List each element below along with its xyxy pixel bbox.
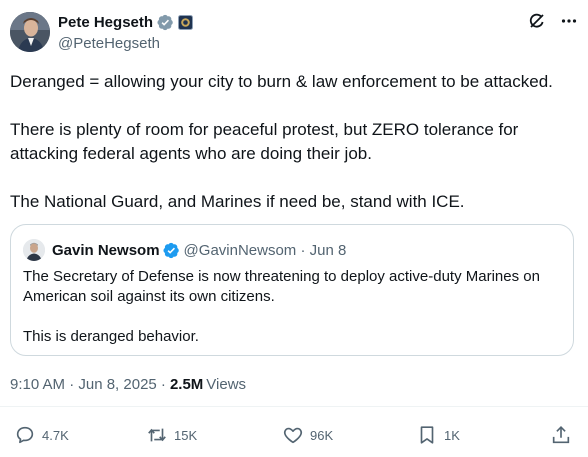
heart-icon (283, 427, 303, 444)
government-seal-icon (178, 14, 194, 30)
reply-count: 4.7K (42, 427, 69, 443)
quoted-author-handle-date: @GavinNewsom · Jun 8 (183, 241, 347, 259)
quoted-author-display-name: Gavin Newsom (52, 241, 160, 259)
repost-icon (148, 428, 166, 442)
bookmark-button[interactable]: 1K (416, 424, 460, 446)
tweet-paragraph: Deranged = allowing your city to burn & … (10, 72, 553, 91)
repost-count: 15K (174, 427, 198, 443)
author-handle[interactable]: @PeteHegseth (58, 35, 193, 52)
reply-button[interactable]: 4.7K (14, 424, 69, 446)
bookmark-icon (420, 426, 434, 444)
tweet-timestamp[interactable]: 9:10 AM · Jun 8, 2025 · (10, 376, 166, 393)
gray-verified-badge-icon (157, 14, 174, 31)
quoted-tweet-paragraph: This is deranged behavior. (23, 328, 199, 345)
like-button[interactable]: 96K (282, 424, 333, 446)
tweet-paragraph: There is plenty of room for peaceful pro… (10, 120, 519, 163)
reply-icon (16, 426, 34, 444)
repost-button[interactable]: 15K (146, 424, 197, 446)
views-count: 2.5M (169, 376, 204, 393)
grok-icon[interactable] (528, 12, 546, 30)
share-icon (552, 426, 570, 444)
quoted-tweet-header: Gavin Newsom @GavinNewsom · Jun 8 (23, 239, 346, 261)
author-avatar[interactable] (10, 12, 50, 52)
share-button[interactable] (550, 424, 578, 446)
like-count: 96K (310, 427, 334, 443)
quoted-tweet-text: The Secretary of Defense is now threaten… (23, 267, 563, 347)
quoted-tweet-paragraph: The Secretary of Defense is now threaten… (23, 268, 540, 305)
header-actions (528, 12, 578, 30)
tweet-text: Deranged = allowing your city to burn & … (10, 70, 578, 214)
tweet-paragraph: The National Guard, and Marines if need … (10, 192, 465, 211)
tweet-header: Pete Hegseth @PeteHegseth (10, 10, 578, 56)
quoted-author-avatar (23, 239, 45, 261)
views-label: Views (206, 376, 247, 393)
blue-verified-badge-icon (163, 242, 180, 259)
author-names: Pete Hegseth @PeteHegseth (58, 12, 194, 52)
bookmark-count: 1K (444, 427, 460, 443)
more-options-icon[interactable] (560, 12, 578, 30)
action-bar: 4.7K 15K 96K 1K (0, 424, 588, 450)
tweet-meta: 9:10 AM · Jun 8, 2025 · 2.5M Views (10, 376, 246, 393)
author-display-name[interactable]: Pete Hegseth (58, 14, 153, 31)
divider (0, 406, 588, 407)
quoted-tweet[interactable]: Gavin Newsom @GavinNewsom · Jun 8 The Se… (10, 224, 574, 356)
